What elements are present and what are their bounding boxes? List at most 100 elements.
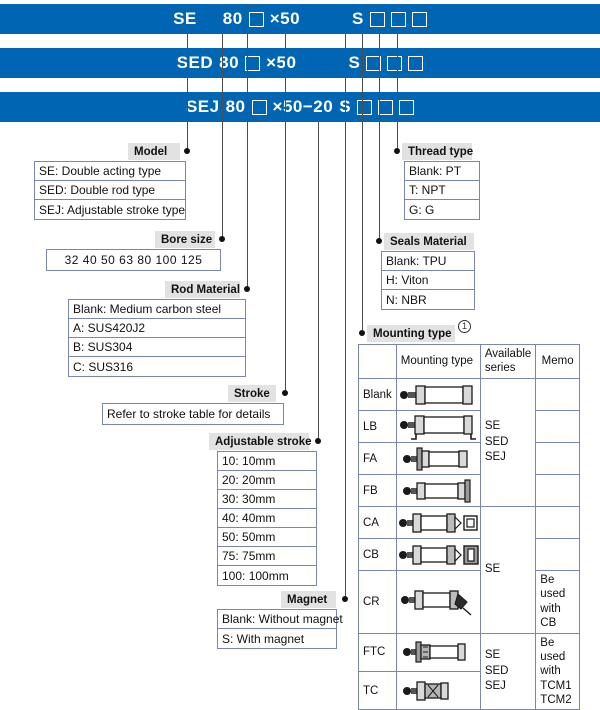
callout-label-mounting-type: Mounting type — [367, 325, 455, 342]
cylinder-front-flange-icon — [395, 442, 481, 475]
thread-type-label-text: Thread type — [408, 145, 474, 158]
series-group-2: SE — [479, 506, 537, 634]
option-box-seals-material: Blank: TPU H: Viton N: NBR — [381, 251, 475, 310]
table-row: CA SE — [358, 506, 580, 634]
row-memo: Be used with TCM1 TCM2 — [535, 632, 580, 710]
code-sed-stroke: ×50 — [266, 53, 297, 72]
model-label-text: Model — [134, 145, 168, 158]
list-item: Blank: PT — [405, 162, 479, 181]
row-memo: Be used with CB — [535, 570, 580, 634]
magnet-label-text: Magnet — [287, 593, 328, 606]
header-memo: Memo — [535, 344, 580, 379]
code-se-box-2 — [390, 11, 406, 27]
series-se-only: SE — [484, 562, 501, 575]
option-box-model: SE: Double acting type SED: Double rod t… — [34, 161, 186, 220]
table-header-row: Mounting type Available series Memo — [358, 344, 580, 379]
code-sed-magnet: S — [348, 53, 361, 72]
row-memo — [535, 378, 580, 411]
code-sed-box-3 — [408, 55, 424, 71]
series-se: SE — [484, 420, 501, 433]
list-item: 100: 100mm — [222, 568, 289, 583]
callout-dot-seals-material — [376, 238, 382, 244]
table-row: FTC SE SED SEJ Be used with TCM1 TCM2 — [358, 632, 580, 710]
code-se-box-1 — [369, 11, 385, 27]
code-sej-stroke: ×50−20 — [272, 97, 334, 116]
bore-size-label-text: Bore size — [161, 233, 213, 246]
list-item: 10: 10mm — [218, 452, 316, 471]
list-item: Blank: Medium carbon steel — [69, 300, 245, 319]
code-se-stroke: ×50 — [269, 9, 301, 28]
row-memo — [535, 538, 580, 571]
series-group-3: SE SED SEJ — [479, 632, 537, 710]
connector-seals — [379, 34, 380, 240]
list-item: 20: 20mm — [218, 471, 316, 490]
cylinder-rod-clevis-icon — [395, 570, 481, 634]
option-box-thread-type: Blank: PT T: NPT G: G — [404, 161, 480, 220]
table-row: FA — [358, 442, 580, 475]
row-code: Blank — [358, 378, 397, 411]
series-group-1: SE SED SEJ — [479, 378, 537, 507]
callout-dot-model — [184, 148, 190, 154]
footnote-marker-1: 1 — [458, 320, 471, 333]
list-item: 32 40 50 63 80 100 125 — [64, 253, 203, 267]
code-sed-box-2 — [387, 55, 403, 71]
header-mounting-type: Mounting type — [395, 344, 481, 379]
list-item: Blank: Without magnet — [218, 610, 343, 629]
callout-label-bore-size: Bore size — [155, 231, 215, 248]
code-se-model: SE — [173, 9, 197, 28]
connector-magnet — [345, 34, 346, 596]
cylinder-clevis-a-icon — [395, 506, 481, 539]
list-item: 40: 40mm — [218, 509, 316, 528]
list-item: B: SUS304 — [69, 338, 245, 357]
callout-label-stroke: Stroke — [228, 385, 276, 402]
callout-dot-thread-type — [394, 148, 400, 154]
code-sej-bore: 80 — [225, 97, 246, 116]
seals-material-label-text: Seals Material — [390, 235, 467, 248]
list-item: 50: 50mm — [218, 528, 316, 547]
cylinder-rear-flange-icon — [395, 474, 481, 507]
row-memo — [535, 410, 580, 443]
connector-adjstroke — [318, 122, 319, 440]
header-code — [358, 344, 397, 379]
connector-rod — [247, 34, 248, 290]
cylinder-plain-icon — [395, 378, 481, 411]
cylinder-ftc-icon — [395, 632, 481, 672]
memo-text-ftc: Be used with TCM1 TCM2 — [540, 636, 572, 707]
row-code: FTC — [358, 632, 397, 672]
code-sed-model: SED — [176, 53, 214, 72]
callout-label-seals-material: Seals Material — [384, 233, 474, 250]
series-se-2: SE — [484, 649, 501, 662]
list-item: G: G — [409, 202, 435, 217]
code-se-magnet: S — [352, 9, 364, 28]
row-memo — [535, 442, 580, 475]
callout-dot-mounting-type — [359, 330, 365, 336]
series-sed: SED — [484, 435, 509, 448]
callout-label-adjustable-stroke: Adjustable stroke — [209, 433, 312, 450]
option-box-rod-material: Blank: Medium carbon steel A: SUS420J2 B… — [68, 299, 246, 377]
code-se-bore: 80 — [222, 9, 243, 28]
cylinder-tc-icon — [395, 670, 481, 710]
code-sej-box-1 — [357, 99, 373, 115]
connector-model — [187, 34, 188, 152]
code-sej-model: SEJ — [185, 97, 220, 116]
callout-dot-magnet — [342, 596, 348, 602]
callout-label-rod-material: Rod Material — [165, 281, 240, 298]
callout-label-thread-type: Thread type — [402, 143, 474, 160]
adjustable-stroke-label-text: Adjustable stroke — [215, 435, 312, 448]
code-sej-rod-box — [251, 99, 267, 115]
callout-dot-bore-size — [219, 236, 225, 242]
table-row: CR Be used with CB — [358, 570, 580, 634]
list-item: H: Viton — [382, 271, 474, 290]
stroke-label-text: Stroke — [234, 387, 270, 400]
code-se-box-3 — [411, 11, 427, 27]
code-bar-sej: SEJ80×50−20S — [0, 92, 600, 122]
mounting-type-label-text: Mounting type — [373, 327, 452, 340]
list-item: Refer to stroke table for details — [107, 407, 271, 421]
list-item: SEJ: Adjustable stroke type — [39, 202, 186, 217]
series-sej: SEJ — [484, 451, 506, 464]
list-item: C: SUS316 — [73, 359, 134, 374]
header-available-series: Available series — [479, 344, 537, 379]
option-box-magnet: Blank: Without magnet S: With magnet — [217, 609, 343, 649]
list-item: A: SUS420J2 — [69, 319, 245, 338]
connector-mounting — [362, 34, 363, 330]
